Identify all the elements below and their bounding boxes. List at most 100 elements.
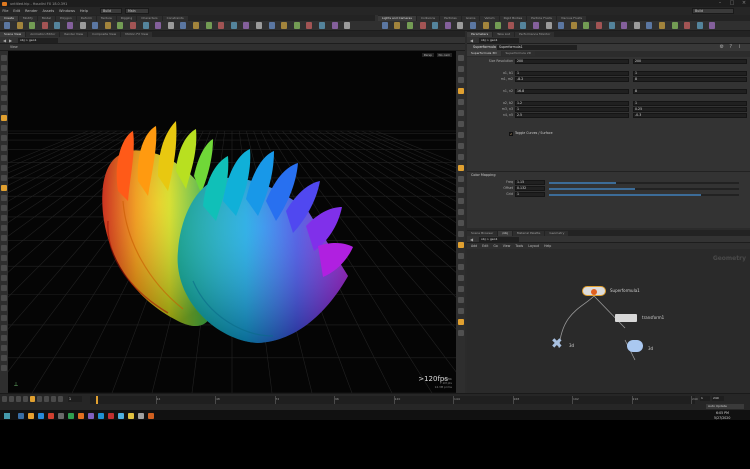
display-option-icon[interactable] <box>457 121 464 127</box>
shelf-tool-icon[interactable] <box>281 22 288 29</box>
shelf-tool-icon[interactable] <box>495 22 502 29</box>
param-value-field[interactable]: 8 <box>633 89 747 94</box>
param-value-field[interactable]: 200 <box>515 59 629 64</box>
shelf-tool-icon[interactable] <box>684 22 691 29</box>
color-param-slider[interactable] <box>549 188 739 190</box>
shelf-tool-icon[interactable] <box>545 22 552 29</box>
shelf-tool-icon[interactable] <box>457 22 464 29</box>
shelf-tool-icon[interactable] <box>142 22 149 29</box>
viewport-tool-icon[interactable] <box>1 145 7 151</box>
forward-arrow-icon[interactable]: ▶ <box>9 38 12 43</box>
shelf-tab[interactable]: Rigging <box>116 16 137 21</box>
param-value-field[interactable]: 1 <box>633 101 747 106</box>
time-slider[interactable]: 24 48 72 96 120 144 168 192 216 240 <box>90 396 698 404</box>
color-param-field[interactable]: 0.132 <box>515 186 545 191</box>
shelf-tool-icon[interactable] <box>633 22 640 29</box>
param-value-field[interactable]: 8 <box>633 77 747 82</box>
taskbar-app-icon[interactable] <box>98 413 104 419</box>
shelf-tool-icon[interactable] <box>92 22 99 29</box>
color-param-field[interactable]: 1 <box>515 192 545 197</box>
shelf-tool-icon[interactable] <box>646 22 653 29</box>
shelf-tool-icon[interactable] <box>671 22 678 29</box>
range-end[interactable]: 240 <box>712 396 724 401</box>
display-option-icon[interactable] <box>457 242 464 248</box>
shelf-tool-icon[interactable] <box>344 22 351 29</box>
shelf-tab[interactable]: Characters <box>137 16 162 21</box>
viewport-tool-icon[interactable] <box>1 155 7 161</box>
display-option-icon[interactable] <box>457 198 464 204</box>
display-option-icon[interactable] <box>457 154 464 160</box>
shelf-tab[interactable]: Particles <box>440 16 461 21</box>
viewport-tool-icon[interactable] <box>1 305 7 311</box>
display-option-icon[interactable] <box>457 253 464 259</box>
frame-field[interactable]: 1 <box>68 396 82 402</box>
viewport-tool-icon[interactable] <box>1 115 7 121</box>
shelf-tool-icon[interactable] <box>79 22 86 29</box>
shelf-tab[interactable]: Deform <box>76 16 96 21</box>
viewport-tool-icon[interactable] <box>1 125 7 131</box>
shelf-tab[interactable]: Create <box>0 16 18 21</box>
menu-file[interactable]: File <box>0 9 11 13</box>
viewport-tool-icon[interactable] <box>1 235 7 241</box>
shelf-tool-icon[interactable] <box>293 22 300 29</box>
param-value-field[interactable]: 1 <box>515 71 629 76</box>
back-arrow-icon[interactable]: ◀ <box>470 38 473 43</box>
shelf-tab[interactable]: Model <box>37 16 55 21</box>
display-option-icon[interactable] <box>457 55 464 61</box>
viewport-tool-icon[interactable] <box>1 335 7 341</box>
node-transform1[interactable] <box>615 314 637 322</box>
taskbar-app-icon[interactable] <box>108 413 114 419</box>
shelf-tool-icon[interactable] <box>41 22 48 29</box>
display-option-icon[interactable] <box>457 99 464 105</box>
param-value-field[interactable]: -0.3 <box>633 113 747 118</box>
display-option-icon[interactable] <box>457 286 464 292</box>
shelf-tool-icon[interactable] <box>167 22 174 29</box>
param-value-field[interactable]: 1 <box>515 107 629 112</box>
shelf-tool-icon[interactable] <box>381 22 388 29</box>
tab-superformula-2d[interactable]: Superformula 2D <box>501 51 536 56</box>
shelf-tool-icon[interactable] <box>243 22 250 29</box>
viewport-tool-icon[interactable] <box>1 355 7 361</box>
color-param-slider[interactable] <box>549 194 739 196</box>
shelf-tab[interactable]: Viscous Fluids <box>556 16 587 21</box>
network-graph[interactable] <box>467 250 750 390</box>
shelf-tool-icon[interactable] <box>659 22 665 29</box>
display-option-icon[interactable] <box>457 187 464 193</box>
shelf-tool-icon[interactable] <box>218 22 225 29</box>
shelf-tab[interactable]: Texture <box>96 16 116 21</box>
viewport-tool-icon[interactable] <box>1 65 7 71</box>
shelf-tool-icon[interactable] <box>117 22 124 29</box>
viewport-tool-icon[interactable] <box>1 255 7 261</box>
playback-button-icon[interactable] <box>23 396 28 402</box>
taskbar-app-icon[interactable] <box>148 413 154 419</box>
network-menu-item[interactable]: Tools <box>515 244 523 248</box>
viewport-tool-icon[interactable] <box>1 245 7 251</box>
viewport-tool-icon[interactable] <box>1 205 7 211</box>
viewport-tool-icon[interactable] <box>1 315 7 321</box>
node-name-field[interactable]: Superformula1 <box>497 45 577 50</box>
path-field[interactable]: obj > geo1 <box>479 38 519 43</box>
shelf-tool-icon[interactable] <box>407 22 413 29</box>
taskbar-app-icon[interactable] <box>58 413 64 419</box>
taskbar-app-icon[interactable] <box>88 413 94 419</box>
maximize-icon[interactable]: □ <box>726 0 738 7</box>
network-menu-item[interactable]: Help <box>544 244 551 248</box>
close-icon[interactable]: × <box>738 0 750 7</box>
param-value-field[interactable]: 0.25 <box>633 107 747 112</box>
null-node-icon[interactable]: ✖ <box>551 337 563 351</box>
taskbar-app-icon[interactable] <box>18 413 24 419</box>
shelf-tab[interactable]: Constraints <box>162 16 188 21</box>
viewport-tool-icon[interactable] <box>1 345 7 351</box>
shelf-tab[interactable]: Vellum <box>480 16 499 21</box>
shelf-tool-icon[interactable] <box>155 22 162 29</box>
shelf-tool-icon[interactable] <box>268 22 275 29</box>
taskbar-app-icon[interactable] <box>118 413 124 419</box>
viewport-tool-icon[interactable] <box>1 325 7 331</box>
param-value-field[interactable]: 200 <box>633 59 747 64</box>
viewport-tool-icon[interactable] <box>1 195 7 201</box>
shelf-tool-icon[interactable] <box>432 22 439 29</box>
shelf-tool-icon[interactable] <box>482 22 489 29</box>
display-option-icon[interactable] <box>457 308 464 314</box>
display-option-icon[interactable] <box>457 132 464 138</box>
info-icon[interactable]: i <box>739 44 740 50</box>
